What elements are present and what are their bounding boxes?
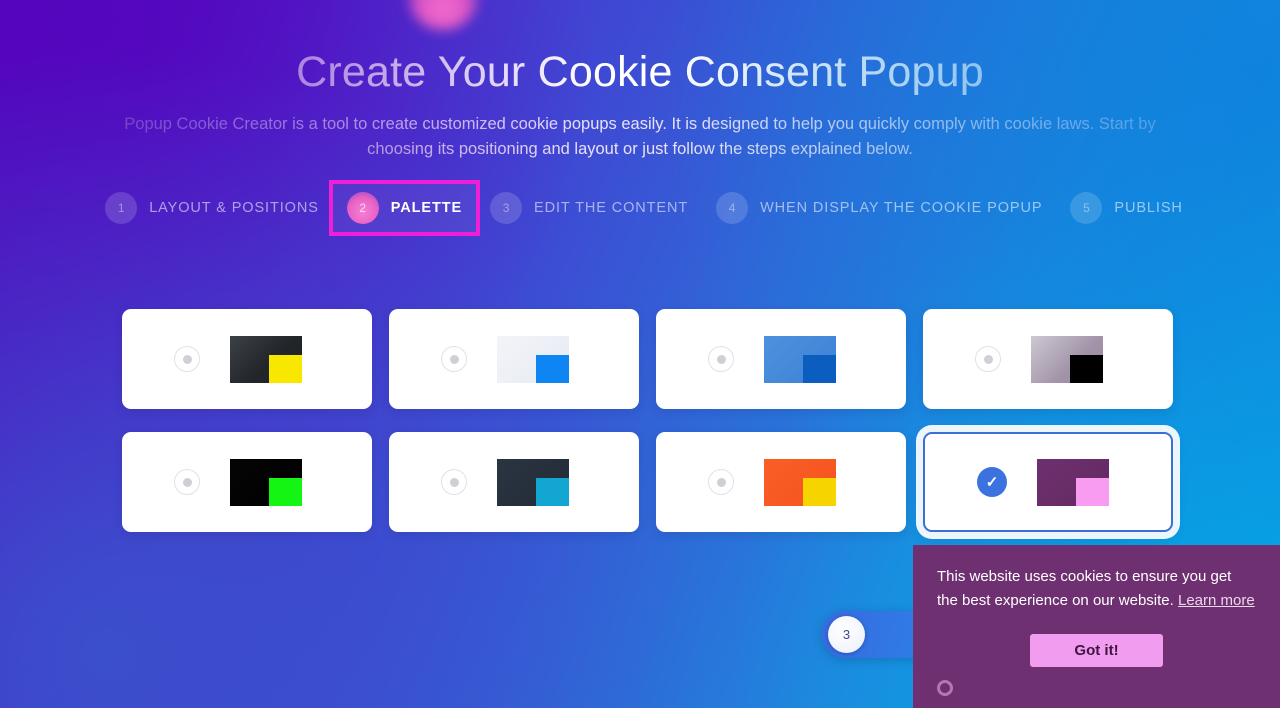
cookie-consent-popup-preview: This website uses cookies to ensure you …: [913, 545, 1280, 708]
palette-accent-swatch: [1076, 477, 1109, 506]
palette-accent-swatch: [536, 354, 569, 383]
palette-swatch: [230, 335, 302, 383]
page-subtitle: Popup Cookie Creator is a tool to create…: [124, 115, 1156, 159]
palette-swatch: [764, 335, 836, 383]
step-item-edit-the-content[interactable]: 3 EDIT THE CONTENT: [476, 184, 702, 232]
radio-button[interactable]: [441, 469, 467, 495]
check-icon[interactable]: ✓: [977, 467, 1007, 497]
step-navigation: 1 LAYOUT & POSITIONS 2 PALETTE 3 EDIT THE CON…: [0, 180, 1280, 237]
app-root: Create Your Cookie Consent Popup Popup C…: [0, 0, 1280, 708]
page-header: Create Your Cookie Consent Popup Popup C…: [0, 0, 1280, 162]
step-item-publish[interactable]: 5 PUBLISH: [1056, 184, 1196, 232]
step-label: PALETTE: [390, 200, 463, 217]
step-number-badge: 1: [105, 192, 138, 225]
step-number-badge: 5: [1070, 192, 1103, 225]
radio-button[interactable]: [174, 346, 200, 372]
radio-button[interactable]: [174, 469, 200, 495]
radio-button[interactable]: [708, 346, 734, 372]
palette-card[interactable]: [389, 432, 639, 532]
palette-card[interactable]: [923, 309, 1173, 409]
palette-accent-swatch: [269, 354, 302, 383]
step-number-badge: 2: [346, 192, 379, 225]
palette-card[interactable]: [656, 309, 906, 409]
palette-accent-swatch: [803, 477, 836, 506]
got-it-button[interactable]: Got it!: [1030, 633, 1163, 667]
step-label: PUBLISH: [1114, 200, 1183, 217]
step-label: EDIT THE CONTENT: [534, 200, 689, 217]
palette-swatch: [497, 335, 569, 383]
palette-swatch: [1031, 335, 1103, 383]
learn-more-link[interactable]: Learn more: [1178, 592, 1255, 609]
palette-swatch: [230, 458, 302, 506]
step-number-badge: 4: [716, 192, 749, 225]
step-number-badge: 3: [490, 192, 523, 225]
radio-button[interactable]: [975, 346, 1001, 372]
palette-accent-swatch: [536, 477, 569, 506]
step-item-when-display-the-cookie-popup[interactable]: 4 WHEN DISPLAY THE COOKIE POPUP: [702, 184, 1056, 232]
palette-accent-swatch: [803, 354, 836, 383]
page-title: Create Your Cookie Consent Popup: [296, 48, 984, 96]
step-label: LAYOUT & POSITIONS: [149, 200, 319, 217]
step-item-layout-positions[interactable]: 1 LAYOUT & POSITIONS: [91, 184, 333, 232]
checkmark-glyph: ✓: [985, 473, 999, 491]
palette-swatch: [497, 458, 569, 506]
palette-accent-swatch: [269, 477, 302, 506]
step-label: WHEN DISPLAY THE COOKIE POPUP: [760, 200, 1043, 217]
palette-card[interactable]: [656, 432, 906, 532]
palette-card[interactable]: ✓: [923, 432, 1173, 532]
cookie-popup-message: This website uses cookies to ensure you …: [937, 565, 1256, 614]
cookie-icon: [937, 680, 953, 696]
radio-button[interactable]: [708, 469, 734, 495]
radio-button[interactable]: [441, 346, 467, 372]
palette-swatch: [764, 458, 836, 506]
palette-card[interactable]: [122, 432, 372, 532]
step-item-palette[interactable]: 2 PALETTE: [328, 180, 481, 237]
palette-card[interactable]: [389, 309, 639, 409]
slider-knob[interactable]: 3: [828, 616, 865, 653]
palette-swatch: [1037, 458, 1109, 506]
palette-card[interactable]: [122, 309, 372, 409]
palette-accent-swatch: [1070, 354, 1103, 383]
palette-grid: ✓: [122, 309, 1174, 532]
